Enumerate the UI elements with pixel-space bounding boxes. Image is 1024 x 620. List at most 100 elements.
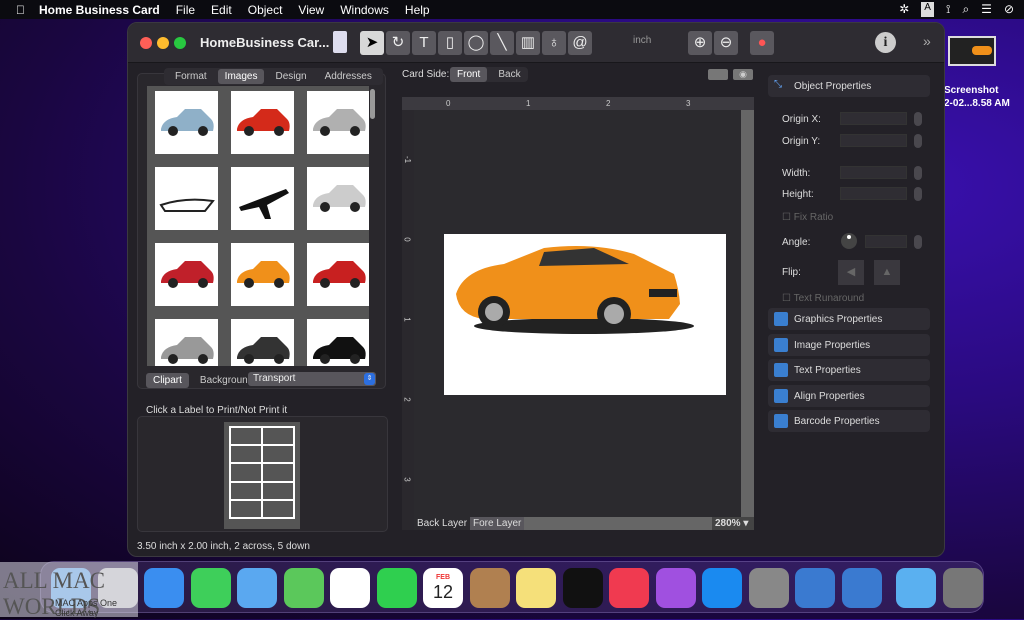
graphics-properties-header[interactable]: Graphics Properties — [768, 308, 930, 330]
clipart-thumb-car[interactable] — [231, 91, 294, 154]
tab-fore-layer[interactable]: Fore Layer — [470, 517, 525, 530]
dock-trash-icon[interactable] — [942, 568, 983, 608]
clipart-thumb-truck[interactable] — [307, 167, 369, 230]
clipart-thumb-car[interactable] — [155, 243, 218, 306]
apple-icon[interactable]:  — [16, 3, 25, 17]
object-properties-header[interactable]: ⤡ Object Properties — [768, 75, 930, 97]
menu-edit[interactable]: Edit — [211, 3, 232, 17]
dock-app-store-icon[interactable] — [702, 568, 742, 608]
label-cell[interactable] — [262, 463, 294, 482]
zoom-level-select[interactable]: 280% ▾ — [712, 517, 754, 530]
label-cell[interactable] — [262, 499, 294, 518]
dock-calendar-icon[interactable]: FEB 12 — [423, 568, 463, 608]
siri-icon[interactable]: ⊘ — [1004, 2, 1014, 17]
dock-contacts-icon[interactable] — [469, 568, 510, 608]
tab-design[interactable]: Design — [268, 69, 313, 84]
clipart-thumb-car[interactable] — [155, 91, 218, 154]
height-stepper[interactable] — [914, 187, 922, 201]
control-center-icon[interactable]: ☰ — [981, 2, 992, 17]
input-source-icon[interactable]: A — [921, 2, 934, 17]
label-cell[interactable] — [230, 427, 262, 446]
tab-addresses[interactable]: Addresses — [318, 69, 379, 84]
close-button[interactable] — [140, 37, 152, 49]
align-properties-header[interactable]: Align Properties — [768, 385, 930, 407]
clipart-thumb-buggy[interactable] — [231, 319, 294, 366]
background-toggle-icon[interactable] — [708, 69, 728, 80]
zoom-in-icon[interactable]: ⊕ — [688, 31, 712, 55]
label-cell[interactable] — [230, 481, 262, 500]
clipart-thumb-boat[interactable] — [155, 167, 218, 230]
origin-x-stepper[interactable] — [914, 112, 922, 126]
document-icon[interactable] — [333, 31, 347, 53]
rectangle-tool-icon[interactable]: ▯ — [438, 31, 462, 55]
line-tool-icon[interactable]: ╲ — [490, 31, 514, 55]
menu-help[interactable]: Help — [405, 3, 430, 17]
origin-y-stepper[interactable] — [914, 134, 922, 148]
origin-x-field[interactable] — [840, 112, 907, 125]
dock-home-business-card-icon[interactable] — [841, 568, 882, 608]
clipart-thumb-car[interactable] — [307, 319, 369, 366]
screenshot-file-label[interactable]: Screenshot 2-02...8.58 AM — [944, 84, 1010, 110]
grid-scrollbar[interactable] — [370, 89, 375, 119]
clipart-thumb-plane[interactable] — [231, 167, 294, 230]
tab-back-layer[interactable]: Back Layer — [414, 517, 471, 530]
dock-tv-icon[interactable] — [562, 568, 603, 608]
angle-dial[interactable] — [841, 233, 857, 249]
text-runaround-checkbox[interactable]: ☐ Text Runaround — [782, 293, 864, 304]
dock-downloads-icon[interactable] — [896, 568, 936, 608]
tab-front[interactable]: Front — [450, 67, 488, 82]
dock-notes-icon[interactable] — [516, 568, 556, 608]
clipart-thumb-suv[interactable] — [307, 91, 369, 154]
dock-mountain-icon[interactable] — [795, 568, 835, 608]
tab-back[interactable]: Back — [491, 67, 527, 82]
menu-object[interactable]: Object — [248, 3, 283, 17]
zoom-out-icon[interactable]: ⊖ — [714, 31, 738, 55]
tab-clipart[interactable]: Clipart — [146, 373, 189, 388]
menu-view[interactable]: View — [298, 3, 324, 17]
dock-mail-icon[interactable] — [237, 568, 277, 608]
image-properties-header[interactable]: Image Properties — [768, 334, 930, 356]
width-stepper[interactable] — [914, 166, 922, 180]
label-cell[interactable] — [262, 445, 294, 464]
dock-maps-icon[interactable] — [283, 568, 324, 608]
label-cell[interactable] — [262, 427, 294, 446]
text-tool-icon[interactable]: T — [412, 31, 436, 55]
ellipse-tool-icon[interactable]: ◯ — [464, 31, 488, 55]
info-icon[interactable]: i — [875, 32, 896, 53]
clipart-thumb-car[interactable] — [231, 243, 294, 306]
zoom-button[interactable] — [174, 37, 186, 49]
label-cell[interactable] — [262, 481, 294, 500]
label-cell[interactable] — [230, 445, 262, 464]
barcode-tool-icon[interactable]: ▥ — [516, 31, 540, 55]
dock-photos-icon[interactable] — [330, 568, 370, 608]
vertical-scrollbar[interactable] — [741, 110, 754, 517]
preview-eye-icon[interactable]: ◉ — [733, 69, 753, 80]
search-icon[interactable]: ⌕ — [962, 2, 969, 17]
clipart-thumb-suv[interactable] — [155, 319, 218, 366]
flip-vertical-icon[interactable]: ▲ — [874, 260, 900, 285]
clipart-thumb-car[interactable] — [307, 243, 369, 306]
width-field[interactable] — [840, 166, 907, 179]
angle-field[interactable] — [865, 235, 907, 248]
menu-windows[interactable]: Windows — [340, 3, 389, 17]
height-field[interactable] — [840, 187, 907, 200]
email-tool-icon[interactable]: @ — [568, 31, 592, 55]
rotate-tool-icon[interactable]: ↻ — [386, 31, 410, 55]
dock-system-preferences-icon[interactable] — [748, 568, 789, 608]
dock-facetime-icon[interactable] — [376, 568, 417, 608]
mustang-car-image[interactable] — [444, 234, 726, 395]
category-select[interactable]: Transport ⇕ — [248, 372, 376, 386]
unit-selector[interactable]: inch — [633, 35, 651, 46]
dock-podcasts-icon[interactable] — [655, 568, 696, 608]
text-properties-header[interactable]: Text Properties — [768, 359, 930, 381]
menu-file[interactable]: File — [176, 3, 195, 17]
barcode-properties-header[interactable]: Barcode Properties — [768, 410, 930, 432]
label-cell[interactable] — [230, 463, 262, 482]
screenshot-file-icon[interactable] — [948, 36, 996, 66]
tab-images[interactable]: Images — [217, 69, 265, 84]
origin-y-field[interactable] — [840, 134, 907, 147]
canvas[interactable] — [414, 110, 741, 517]
app-menu[interactable]: Home Business Card — [39, 3, 160, 17]
business-card[interactable] — [444, 234, 726, 395]
fix-ratio-checkbox[interactable]: ☐ Fix Ratio — [782, 212, 833, 223]
